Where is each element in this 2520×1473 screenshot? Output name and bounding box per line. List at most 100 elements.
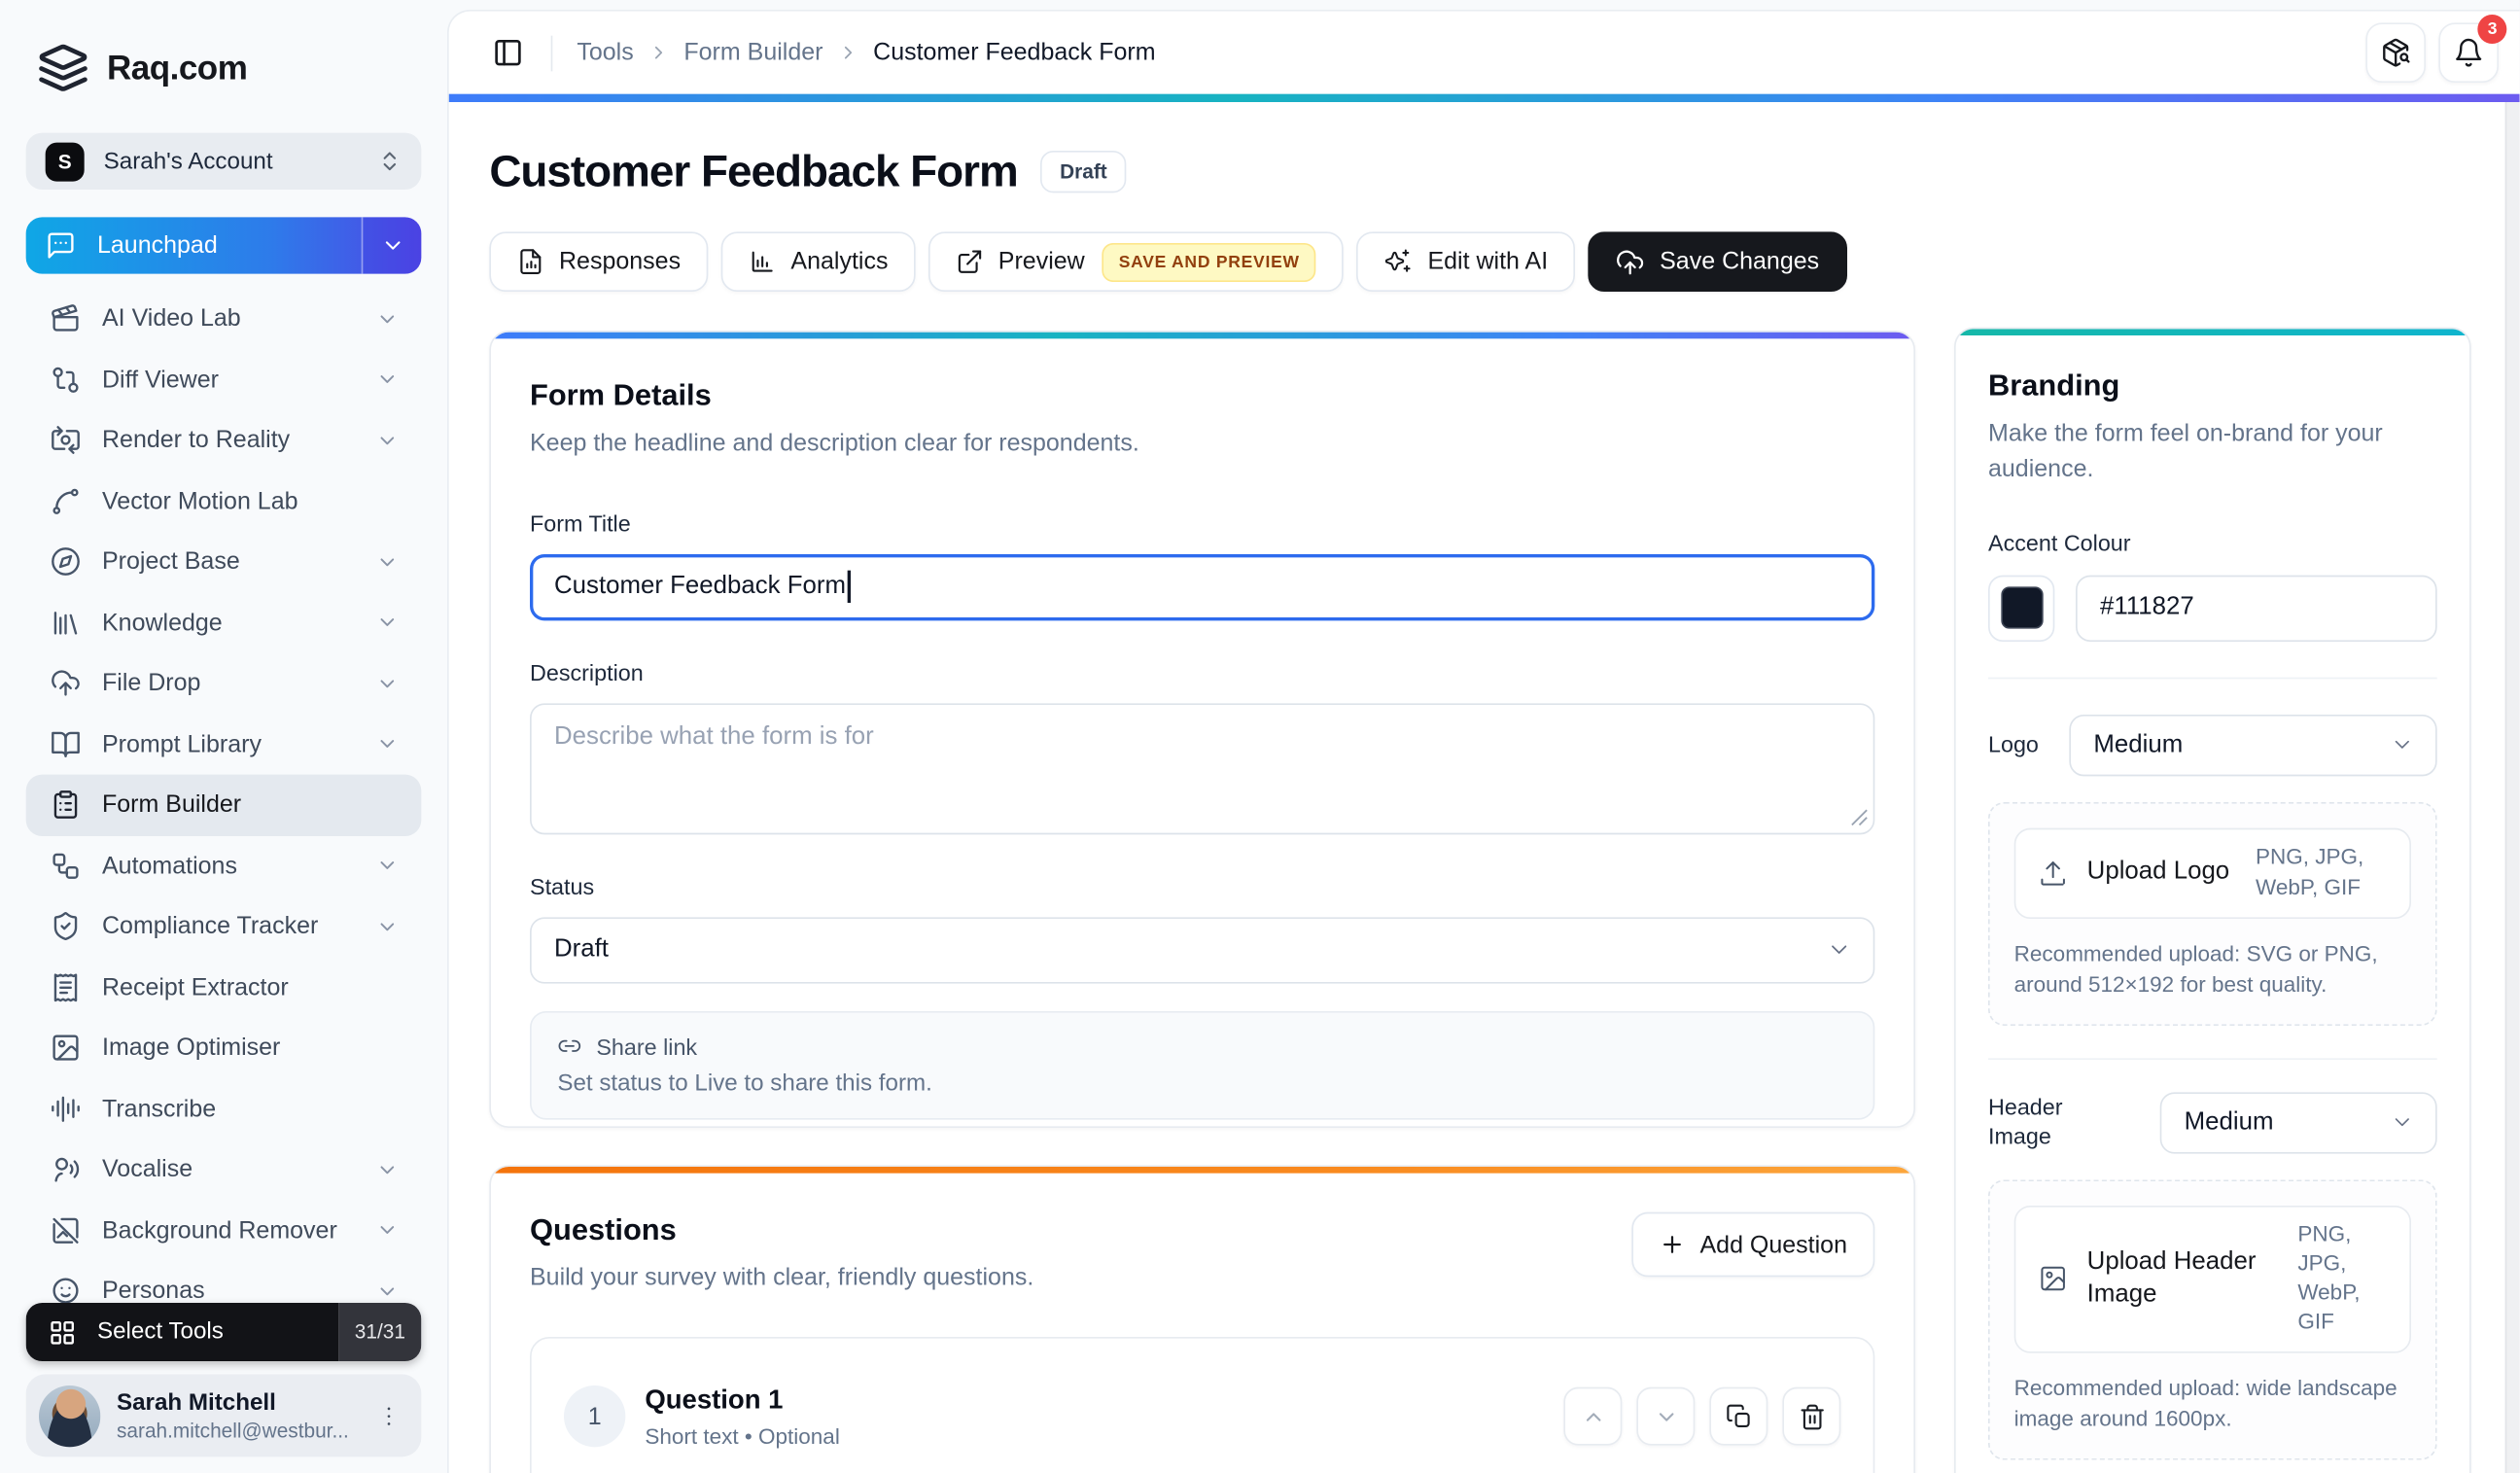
form-title-input[interactable]: Customer Feedback Form [530, 554, 1874, 620]
breadcrumb-tools[interactable]: Tools [577, 39, 633, 66]
user-name: Sarah Mitchell [117, 1389, 357, 1416]
sidebar-item-knowledge[interactable]: Knowledge [26, 592, 422, 653]
sidebar-bottom: Select Tools 31/31 Sarah Mitchell sarah.… [0, 1303, 447, 1473]
sidebar-item-vector-motion-lab[interactable]: Vector Motion Lab [26, 471, 422, 532]
header-size-select[interactable]: Medium [2160, 1092, 2437, 1153]
notifications-button[interactable]: 3 [2439, 22, 2500, 83]
account-switcher[interactable]: S Sarah's Account [26, 133, 422, 190]
sidebar-nav: AI Video Lab Diff Viewer Render to Reali… [0, 289, 447, 1322]
chevron-down-icon [376, 855, 399, 877]
add-question-button[interactable]: Add Question [1631, 1212, 1874, 1278]
app-root: Raq.com S Sarah's Account Launchpad [0, 0, 2520, 1473]
compass-icon [49, 546, 81, 578]
layout-grid-icon [49, 1318, 76, 1346]
sidebar-item-prompt-library[interactable]: Prompt Library [26, 714, 422, 775]
edit-with-ai-button[interactable]: Edit with AI [1356, 231, 1575, 292]
launchpad-main[interactable]: Launchpad [26, 217, 362, 273]
clipboard-list-icon [49, 789, 81, 821]
sidebar-item-receipt-extractor[interactable]: Receipt Extractor [26, 957, 422, 1018]
chevron-down-icon [376, 1158, 399, 1180]
book-open-icon [49, 729, 81, 760]
main-column: Customer Feedback Form Draft Responses A… [489, 102, 1915, 1473]
header-upload-note: Recommended upload: wide landscape image… [2014, 1372, 2411, 1434]
move-down-button[interactable] [1636, 1387, 1695, 1446]
breadcrumb-form-builder[interactable]: Form Builder [683, 39, 822, 66]
package-search-button[interactable] [2366, 22, 2427, 83]
logo-formats: PNG, JPG, WebP, GIF [2256, 843, 2387, 902]
file-chart-icon [517, 248, 544, 275]
scrollbar[interactable] [2505, 102, 2520, 1473]
sidebar-item-compliance-tracker[interactable]: Compliance Tracker [26, 896, 422, 958]
sparkles-icon [1383, 247, 1413, 276]
sidebar-item-background-remover[interactable]: Background Remover [26, 1200, 422, 1261]
sidebar-item-transcribe[interactable]: Transcribe [26, 1078, 422, 1140]
select-tools-button[interactable]: Select Tools 31/31 [26, 1303, 422, 1361]
image-off-icon [49, 1215, 81, 1246]
sidebar-item-diff-viewer[interactable]: Diff Viewer [26, 349, 422, 410]
question-number-badge: 1 [564, 1385, 625, 1447]
chevron-down-icon [2390, 732, 2414, 756]
select-tools-main[interactable]: Select Tools [26, 1303, 339, 1361]
save-changes-button[interactable]: Save Changes [1589, 231, 1847, 292]
user-card[interactable]: Sarah Mitchell sarah.mitchell@westbur... [26, 1374, 422, 1456]
preview-button[interactable]: Preview SAVE AND PREVIEW [928, 231, 1344, 292]
card-accent [491, 333, 1913, 339]
sidebar-item-ai-video-lab[interactable]: AI Video Lab [26, 289, 422, 350]
shield-check-icon [49, 911, 81, 942]
git-compare-icon [49, 365, 81, 396]
audio-lines-icon [49, 1094, 81, 1125]
launchpad-expand-button[interactable] [362, 217, 422, 273]
accent-colour-input[interactable] [2076, 575, 2437, 641]
sidebar-item-automations[interactable]: Automations [26, 835, 422, 896]
user-meta: Sarah Mitchell sarah.mitchell@westbur... [117, 1389, 357, 1441]
analytics-button[interactable]: Analytics [721, 231, 916, 292]
launchpad-button[interactable]: Launchpad [26, 217, 422, 273]
upload-header-image-button[interactable]: Upload Header Image PNG, JPG, WebP, GIF [2014, 1206, 2411, 1352]
status-select[interactable]: Draft [530, 917, 1874, 983]
sidebar-item-render-to-reality[interactable]: Render to Reality [26, 410, 422, 472]
logo-size-select[interactable]: Medium [2069, 714, 2436, 775]
duplicate-question-button[interactable] [1709, 1387, 1768, 1446]
top-accent-bar [449, 94, 2520, 102]
text-caret [848, 571, 851, 603]
chevrons-up-down-icon [377, 149, 402, 173]
topbar-actions: 3 [2366, 22, 2500, 83]
share-link-box: Share link Set status to Live to share t… [530, 1011, 1874, 1120]
resize-handle-icon[interactable] [1850, 808, 1868, 825]
brand-name: Raq.com [107, 51, 247, 89]
description-label: Description [530, 659, 1874, 685]
sidebar-item-form-builder[interactable]: Form Builder [26, 775, 422, 836]
chevron-down-icon [376, 550, 399, 573]
sidebar-item-file-drop[interactable]: File Drop [26, 653, 422, 715]
sidebar: Raq.com S Sarah's Account Launchpad [0, 0, 447, 1473]
sidebar-item-image-optimiser[interactable]: Image Optimiser [26, 1018, 422, 1079]
upload-logo-button[interactable]: Upload Logo PNG, JPG, WebP, GIF [2014, 827, 2411, 918]
divider [1988, 677, 2437, 679]
form-title-label: Form Title [530, 510, 1874, 537]
chevron-down-icon [376, 733, 399, 755]
delete-question-button[interactable] [1782, 1387, 1840, 1446]
sidebar-item-vocalise[interactable]: Vocalise [26, 1140, 422, 1201]
switch-camera-icon [49, 425, 81, 456]
questions-card: Questions Build your survey with clear, … [489, 1165, 1915, 1473]
responses-button[interactable]: Responses [489, 231, 708, 292]
move-up-button[interactable] [1563, 1387, 1622, 1446]
more-vertical-icon[interactable] [372, 1396, 404, 1435]
logo-label: Logo [1988, 730, 2039, 758]
save-and-preview-badge: SAVE AND PREVIEW [1102, 242, 1315, 281]
chevron-right-icon [648, 42, 670, 63]
notification-badge: 3 [2478, 15, 2507, 44]
chevron-down-icon [376, 612, 399, 634]
branding-card: Branding Make the form feel on-brand for… [1954, 328, 2471, 1473]
chevron-down-icon [376, 1219, 399, 1242]
upload-icon [2039, 859, 2068, 888]
header-formats: PNG, JPG, WebP, GIF [2297, 1220, 2387, 1338]
sidebar-toggle-button[interactable] [488, 32, 529, 73]
sidebar-item-project-base[interactable]: Project Base [26, 532, 422, 593]
accent-colour-swatch-button[interactable] [1988, 575, 2054, 641]
spline-icon [49, 486, 81, 517]
description-textarea[interactable] [530, 703, 1874, 834]
questions-subtitle: Build your survey with clear, friendly q… [530, 1261, 1033, 1296]
topbar: Tools Form Builder Customer Feedback For… [449, 12, 2520, 94]
speech-icon [49, 1154, 81, 1185]
